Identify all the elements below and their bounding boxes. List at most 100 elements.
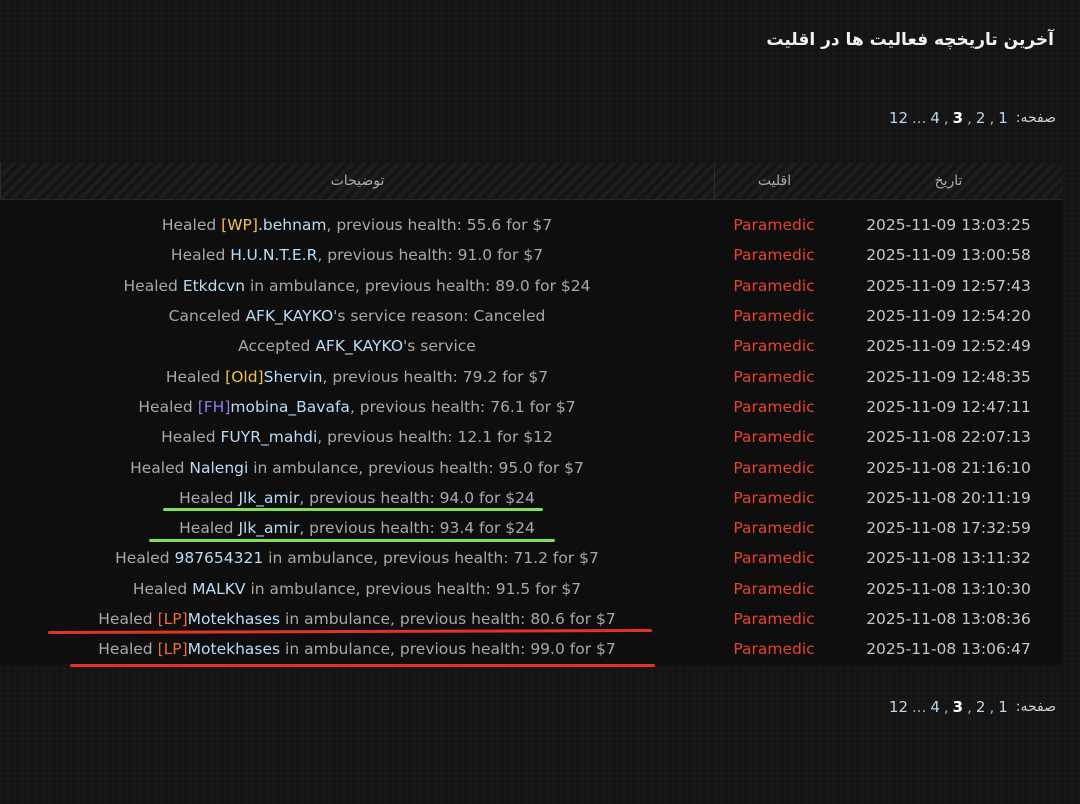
player-name: Jlk_amir xyxy=(238,488,300,507)
player-name: MALKV xyxy=(192,579,246,598)
page-title: آخرین تاریخچه فعالیت ها در اقلیت xyxy=(766,30,1054,50)
row-faction: Paramedic xyxy=(733,458,815,477)
description-detail: , previous health: 55.6 for $7 xyxy=(326,216,553,235)
row-description: Canceled AFK_KAYKO's service reason: Can… xyxy=(0,307,714,325)
column-header-description: توضیحات xyxy=(0,163,714,199)
page-link-2[interactable]: 2 xyxy=(976,698,986,716)
player-name: AFK_KAYKO xyxy=(315,337,404,356)
row-faction: Paramedic xyxy=(733,276,815,295)
row-date: 2025-11-08 13:11:32 xyxy=(866,549,1031,568)
description-detail: , previous health: 12.1 for $12 xyxy=(317,428,553,447)
row-description: Healed Etkdcvn in ambulance, previous he… xyxy=(0,277,714,295)
page-link-4[interactable]: 4 xyxy=(930,698,940,716)
row-faction: Paramedic xyxy=(733,246,815,265)
page-link-2[interactable]: 2 xyxy=(976,109,986,127)
description-detail: in ambulance, previous health: 99.0 for … xyxy=(280,640,616,659)
player-tag: [WP] xyxy=(221,216,258,235)
row-date: 2025-11-09 12:52:49 xyxy=(866,337,1031,356)
pagination-bottom: صفحه: 1, 2, 3, 4 ... 12 xyxy=(888,698,1056,716)
page-link-4[interactable]: 4 xyxy=(930,109,940,127)
player-name: 987654321 xyxy=(174,549,264,568)
player-name: Motekhases xyxy=(187,610,281,628)
description-action: Healed xyxy=(170,246,231,265)
pagination-label: صفحه: xyxy=(1015,699,1056,715)
row-faction: Paramedic xyxy=(733,519,815,538)
page-current-3: 3 xyxy=(952,698,964,716)
table-row: Healed H.U.N.T.E.R, previous health: 91.… xyxy=(0,240,1063,270)
row-description: Healed MALKV in ambulance, previous heal… xyxy=(0,580,714,598)
row-faction: Paramedic xyxy=(733,579,815,598)
player-name: Jlk_amir xyxy=(238,519,300,538)
player-tag: [LP] xyxy=(157,640,188,659)
player-tag: [LP] xyxy=(157,610,188,628)
row-date: 2025-11-09 12:57:43 xyxy=(866,276,1031,295)
page-link-12[interactable]: 12 xyxy=(889,698,908,716)
row-description: Healed 987654321 in ambulance, previous … xyxy=(0,549,714,567)
table-row: Accepted AFK_KAYKO's service Paramedic 202… xyxy=(0,331,1063,361)
row-date: 2025-11-09 13:03:25 xyxy=(866,216,1031,235)
row-faction: Paramedic xyxy=(733,367,815,386)
description-detail: in ambulance, previous health: 91.5 for … xyxy=(245,579,582,598)
row-faction: Paramedic xyxy=(733,428,815,447)
description-detail: , previous health: 79.2 for $7 xyxy=(322,367,549,386)
row-description: Healed H.U.N.T.E.R, previous health: 91.… xyxy=(0,246,714,264)
description-action: Healed xyxy=(179,488,239,507)
description-detail: in ambulance, previous health: 89.0 for … xyxy=(245,276,591,295)
row-description: Healed [LP]Motekhases in ambulance, prev… xyxy=(0,610,714,628)
row-date: 2025-11-08 17:32:59 xyxy=(866,519,1031,538)
row-date: 2025-11-08 13:06:47 xyxy=(866,640,1031,659)
row-description: Healed [FH]mobina_Bavafa, previous healt… xyxy=(0,398,714,416)
table-row: Canceled AFK_KAYKO's service reason: Can… xyxy=(0,301,1063,331)
player-name: Motekhases xyxy=(187,640,281,659)
description-action: Healed xyxy=(115,549,175,568)
page-ellipsis: ... xyxy=(912,109,927,127)
row-faction: Paramedic xyxy=(733,337,815,356)
description-action: Healed xyxy=(132,579,193,598)
player-name: Shervin xyxy=(263,367,323,386)
table-row: Healed [LP]Motekhases in ambulance, prev… xyxy=(0,634,1063,664)
row-date: 2025-11-08 20:11:19 xyxy=(866,488,1031,507)
pagination-label: صفحه: xyxy=(1015,110,1056,126)
table-row: Healed [FH]mobina_Bavafa, previous healt… xyxy=(0,392,1063,422)
player-name: AFK_KAYKO xyxy=(245,307,334,326)
description-action: Canceled xyxy=(168,307,246,326)
row-faction: Paramedic xyxy=(733,640,815,659)
row-faction: Paramedic xyxy=(733,397,815,416)
description-detail: in ambulance, previous health: 71.2 for … xyxy=(263,549,599,568)
row-description: Healed [WP].behnam, previous health: 55.… xyxy=(0,216,714,234)
page-current-3: 3 xyxy=(952,109,964,127)
row-description: Healed [Old]Shervin, previous health: 79… xyxy=(0,368,714,386)
page-link-1[interactable]: 1 xyxy=(998,109,1008,127)
table-row: Healed Etkdcvn in ambulance, previous he… xyxy=(0,271,1063,301)
row-date: 2025-11-09 12:54:20 xyxy=(866,307,1031,326)
description-action: Healed xyxy=(165,367,226,386)
table-row: Healed MALKV in ambulance, previous heal… xyxy=(0,574,1063,604)
pagination-top: صفحه: 1, 2, 3, 4 ... 12 xyxy=(888,109,1056,127)
description-action: Healed xyxy=(130,458,190,477)
column-header-faction: اقلیت xyxy=(714,163,834,199)
row-faction: Paramedic xyxy=(733,488,815,507)
column-header-date: تاریخ xyxy=(934,173,963,189)
player-name: H.U.N.T.E.R xyxy=(230,246,318,265)
row-description: Healed [LP]Motekhases in ambulance, prev… xyxy=(0,640,714,658)
page-link-12[interactable]: 12 xyxy=(889,109,908,127)
row-description: Healed Jlk_amir, previous health: 93.4 f… xyxy=(0,519,714,537)
description-action: Healed xyxy=(123,276,183,295)
activity-log-table: توضیحات اقلیت تاریخ Healed [WP].behnam, … xyxy=(0,163,1063,665)
table-row: Healed 987654321 in ambulance, previous … xyxy=(0,543,1063,573)
player-tag: [FH] xyxy=(197,397,231,416)
table-body: Healed [WP].behnam, previous health: 55.… xyxy=(0,200,1063,664)
player-name: mobina_Bavafa xyxy=(230,397,350,416)
description-detail: , previous health: 91.0 for $7 xyxy=(317,246,544,265)
row-faction: Paramedic xyxy=(733,610,815,628)
description-action: Accepted xyxy=(238,337,316,356)
row-faction: Paramedic xyxy=(733,549,815,568)
page-ellipsis: ... xyxy=(912,698,927,716)
page-link-1[interactable]: 1 xyxy=(998,698,1008,716)
row-faction: Paramedic xyxy=(733,216,815,235)
row-faction: Paramedic xyxy=(733,307,815,326)
row-description: Accepted AFK_KAYKO's service xyxy=(0,337,714,355)
table-row: Healed FUYR_mahdi, previous health: 12.1… xyxy=(0,422,1063,452)
description-action: Healed xyxy=(98,640,158,659)
description-detail: , previous health: 94.0 for $24 xyxy=(299,488,535,507)
